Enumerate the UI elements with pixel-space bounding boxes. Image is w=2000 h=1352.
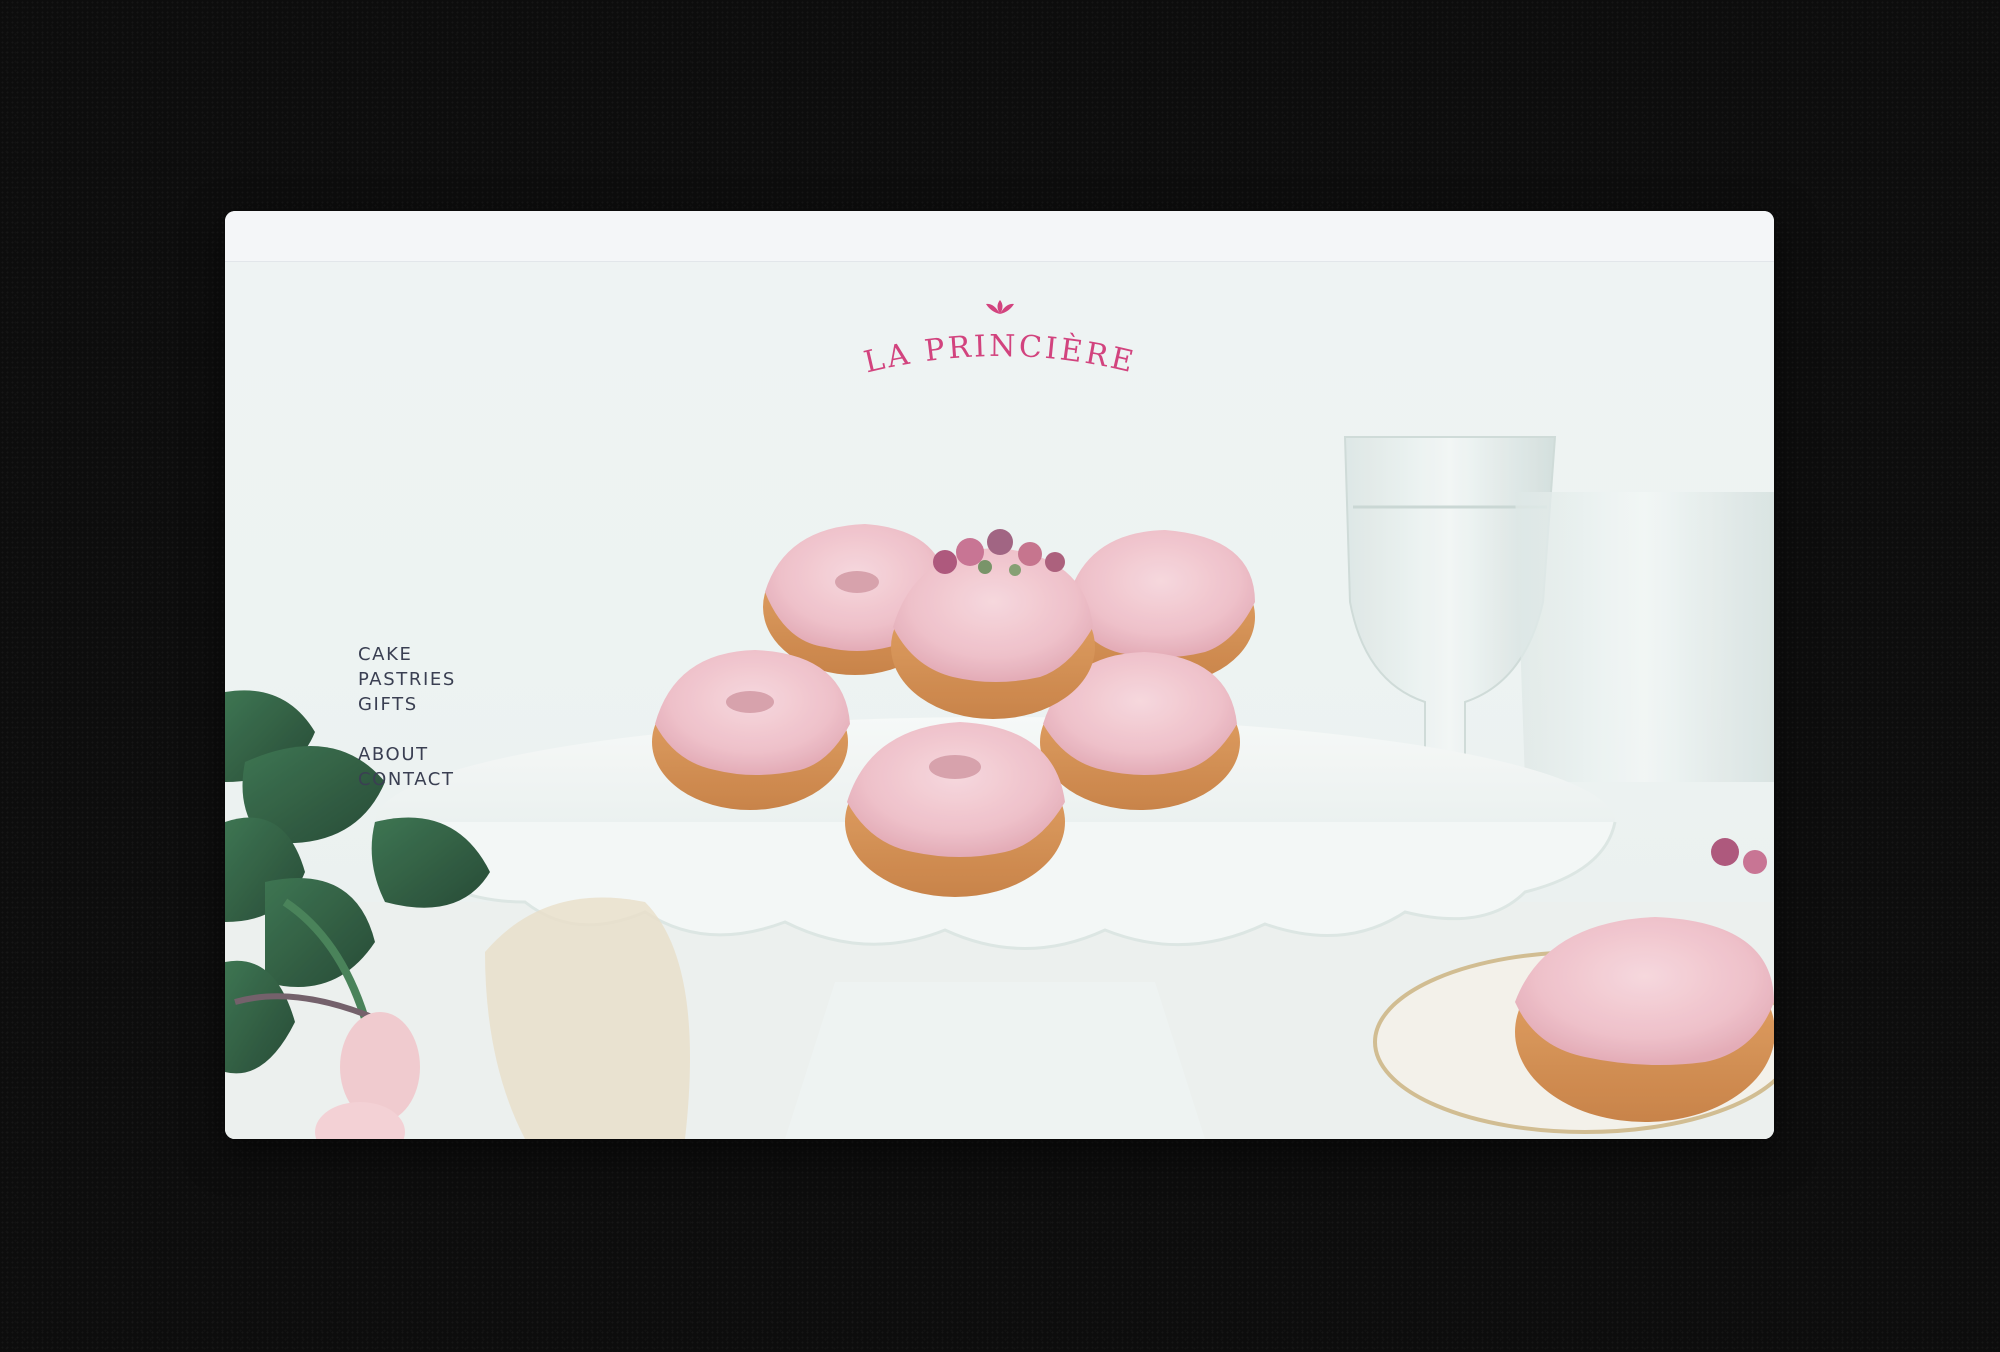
nav-link-cake[interactable]: CAKE [358, 642, 456, 667]
svg-text:LA PRINCIÈRE: LA PRINCIÈRE [860, 329, 1139, 380]
brand-logo[interactable]: LA PRINCIÈRE [840, 298, 1160, 380]
browser-window: LA PRINCIÈRE CAKE PASTRIES GIFTS ABOUT C… [225, 211, 1774, 1139]
hero-image [225, 262, 1774, 1139]
side-navigation: CAKE PASTRIES GIFTS ABOUT CONTACT [358, 642, 456, 817]
nav-group-products: CAKE PASTRIES GIFTS [358, 642, 456, 717]
nav-link-pastries[interactable]: PASTRIES [358, 667, 456, 692]
brand-name: LA PRINCIÈRE [860, 329, 1139, 380]
browser-toolbar [225, 211, 1774, 262]
nav-link-about[interactable]: ABOUT [358, 742, 456, 767]
nav-group-info: ABOUT CONTACT [358, 742, 456, 792]
nav-link-contact[interactable]: CONTACT [358, 767, 456, 792]
page-viewport: LA PRINCIÈRE CAKE PASTRIES GIFTS ABOUT C… [225, 262, 1774, 1139]
nav-link-gifts[interactable]: GIFTS [358, 692, 456, 717]
